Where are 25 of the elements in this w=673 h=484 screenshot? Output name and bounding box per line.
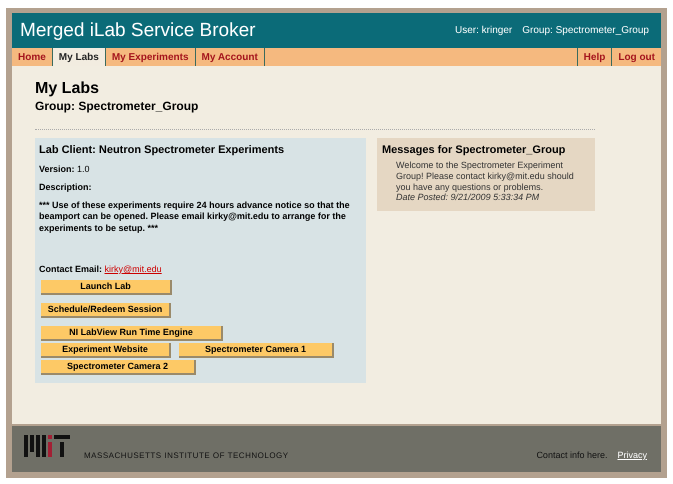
action-button[interactable]: Launch Lab — [41, 280, 172, 295]
message-date: Date Posted: 9/21/2009 5:33:34 PM — [396, 192, 540, 204]
email-link[interactable]: kirky@mit.edu — [104, 264, 162, 274]
version-label: Version: — [39, 164, 75, 174]
page-title: My Labs — [35, 80, 100, 98]
nav-tab[interactable]: My Labs — [52, 48, 106, 66]
site-title: Merged iLab Service Broker — [20, 20, 256, 42]
panel-heading: Messages for Spectrometer_Group — [382, 144, 566, 156]
action-button[interactable]: Schedule/Redeem Session — [41, 302, 171, 318]
action-button[interactable]: Spectrometer Camera 1 — [179, 342, 334, 358]
panel-heading: Lab Client: Neutron Spectrometer Experiments — [39, 144, 286, 156]
page-subtitle: Group: Spectrometer_Group — [35, 99, 200, 113]
action-button[interactable]: Experiment Website — [41, 342, 171, 358]
group-label: Group: Spectrometer_Group — [522, 25, 649, 36]
version-value: 1.0 — [77, 164, 90, 174]
institute-name: MASSACHUSETTS INSTITUTE OF TECHNOLOGY — [84, 450, 289, 460]
contact-info: Contact info here. — [536, 450, 608, 460]
contact-label: Contact Email: — [39, 264, 102, 274]
description-text: *** Use of these experiments require 24 hours advance notice so that the beamport can be opened. Please email kirky@mit.edu to arrange for the experiments to be setup. *** — [39, 200, 351, 234]
action-button[interactable]: Spectrometer Camera 2 — [41, 360, 196, 375]
privacy-link[interactable]: Privacy — [617, 450, 647, 460]
action-button[interactable]: NI LabView Run Time Engine — [41, 326, 223, 341]
description-label: Description: — [39, 182, 92, 192]
user-label: User: kringer — [455, 25, 512, 36]
message-text: Welcome to the Spectrometer Experiment Group! Please contact kirky@mit.edu should you have any questions or problems. — [396, 160, 575, 192]
